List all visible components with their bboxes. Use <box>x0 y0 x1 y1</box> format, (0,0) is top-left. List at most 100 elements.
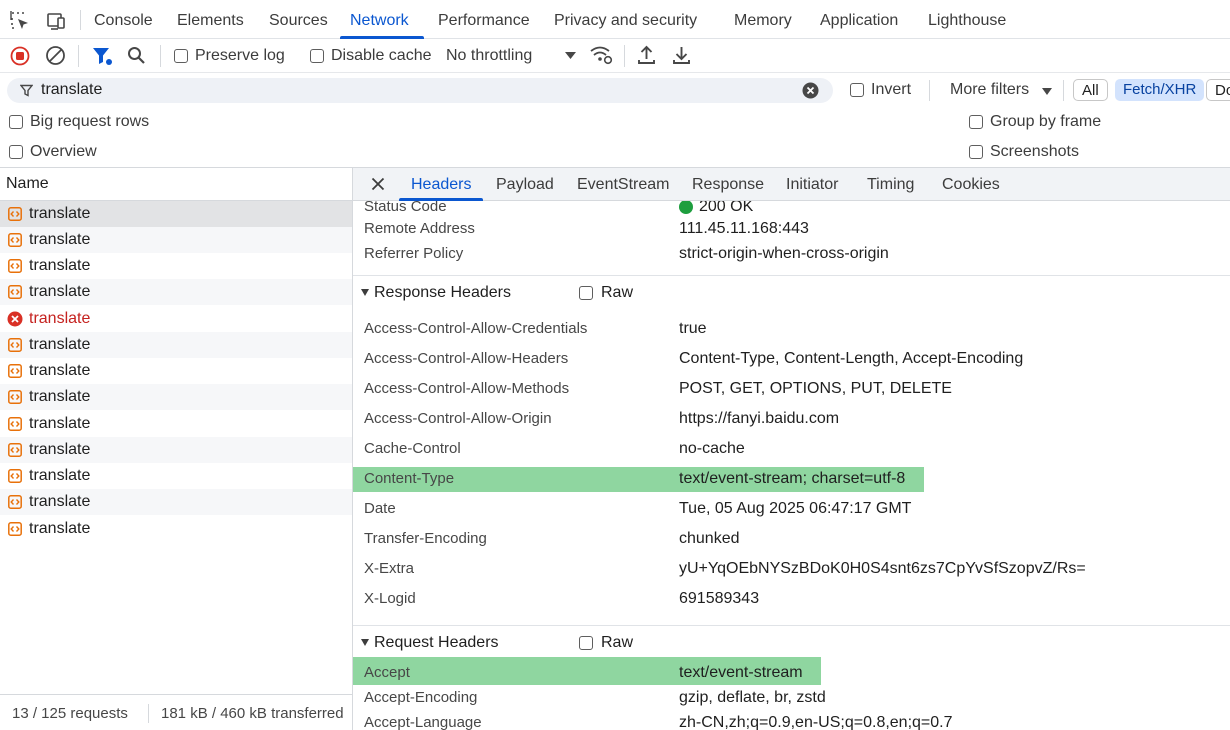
request-row[interactable]: translate <box>0 306 352 332</box>
fetch-request-icon <box>8 417 22 431</box>
tab-timing[interactable]: Timing <box>867 176 914 194</box>
header-value: text/event-stream; charset=utf-8 <box>679 470 906 487</box>
tab-elements[interactable]: Elements <box>177 12 244 30</box>
fetch-request-icon <box>8 522 22 536</box>
request-row[interactable]: translate <box>0 384 352 410</box>
screenshots-label: Screenshots <box>990 143 1079 160</box>
request-name: translate <box>29 283 91 300</box>
clear-filter-icon[interactable] <box>802 82 819 99</box>
tab-eventstream[interactable]: EventStream <box>577 176 669 194</box>
header-value: gzip, deflate, br, zstd <box>679 689 826 706</box>
screenshots-checkbox[interactable] <box>969 145 983 159</box>
request-name: translate <box>29 388 91 405</box>
search-icon[interactable] <box>127 46 146 65</box>
request-row[interactable]: translate <box>0 332 352 358</box>
header-name: Date <box>364 500 396 517</box>
network-conditions-icon[interactable] <box>589 45 613 65</box>
header-row: Access-Control-Allow-Headers Content-Type… <box>353 344 1230 374</box>
request-row[interactable]: translate <box>0 279 352 305</box>
active-tab-indicator <box>399 198 483 201</box>
device-toolbar-icon[interactable] <box>45 10 67 32</box>
tab-performance[interactable]: Performance <box>438 12 530 30</box>
request-row[interactable]: translate <box>0 201 352 227</box>
header-value: Content-Type, Content-Length, Accept-Enc… <box>679 350 1024 367</box>
response-headers-section[interactable]: Response Headers Raw <box>353 275 1230 309</box>
request-row[interactable]: translate <box>0 437 352 463</box>
filter-chip-all[interactable]: All <box>1073 79 1108 101</box>
header-value: true <box>679 320 707 337</box>
filter-input[interactable]: translate <box>7 78 833 103</box>
disable-cache-checkbox[interactable] <box>310 49 324 63</box>
devtools-tab-bar: Console Elements Sources Network Perform… <box>0 0 1230 39</box>
close-icon[interactable] <box>371 177 385 191</box>
header-row: Cache-Control no-cache <box>353 434 1230 464</box>
preserve-log-checkbox[interactable] <box>174 49 188 63</box>
header-name: Access-Control-Allow-Headers <box>364 350 569 367</box>
tab-application[interactable]: Application <box>820 12 898 30</box>
header-name: Remote Address <box>364 220 475 237</box>
tab-console[interactable]: Console <box>94 12 153 30</box>
header-row-referrer-policy: Referrer Policy strict-origin-when-cross… <box>353 239 1230 269</box>
options-row-1: Big request rows Group by frame <box>0 107 1230 137</box>
request-name: translate <box>29 231 91 248</box>
tab-network[interactable]: Network <box>350 12 409 30</box>
tab-response[interactable]: Response <box>692 176 764 194</box>
throttling-select[interactable]: No throttling <box>446 47 532 65</box>
section-title: Request Headers <box>374 634 499 651</box>
clear-icon[interactable] <box>45 45 66 66</box>
raw-checkbox[interactable] <box>579 286 593 300</box>
header-name: Accept-Language <box>364 714 482 730</box>
request-row[interactable]: translate <box>0 463 352 489</box>
download-har-icon[interactable] <box>672 45 691 65</box>
inspect-element-icon[interactable] <box>9 10 31 32</box>
filter-chip-fetch-xhr[interactable]: Fetch/XHR <box>1115 79 1205 101</box>
options-row-2: Overview Screenshots <box>0 137 1230 167</box>
big-request-rows-checkbox[interactable] <box>9 115 23 129</box>
upload-har-icon[interactable] <box>637 45 656 65</box>
request-row[interactable]: translate <box>0 253 352 279</box>
invert-checkbox[interactable] <box>850 83 864 97</box>
tab-sources[interactable]: Sources <box>269 12 328 30</box>
request-row[interactable]: translate <box>0 411 352 437</box>
request-name: translate <box>29 467 91 484</box>
request-row[interactable]: translate <box>0 358 352 384</box>
request-row[interactable]: translate <box>0 489 352 515</box>
header-value: strict-origin-when-cross-origin <box>679 245 889 262</box>
divider <box>929 80 930 101</box>
request-count: 13 / 125 requests <box>12 705 128 722</box>
request-row[interactable]: translate <box>0 227 352 253</box>
header-row: Access-Control-Allow-Methods POST, GET, O… <box>353 374 1230 404</box>
collapse-triangle-icon <box>361 639 369 646</box>
filter-icon[interactable] <box>92 46 113 66</box>
tab-initiator[interactable]: Initiator <box>786 176 838 194</box>
divider <box>78 45 79 67</box>
overview-checkbox[interactable] <box>9 145 23 159</box>
stop-recording-icon[interactable] <box>10 46 30 66</box>
big-request-rows-label: Big request rows <box>30 113 150 130</box>
tab-payload[interactable]: Payload <box>496 176 554 194</box>
request-name: translate <box>29 257 91 274</box>
tab-memory[interactable]: Memory <box>734 12 792 30</box>
overview-label: Overview <box>30 143 97 160</box>
filter-value: translate <box>41 81 103 98</box>
header-name: Access-Control-Allow-Origin <box>364 410 552 427</box>
fetch-request-icon <box>8 495 22 509</box>
tab-cookies[interactable]: Cookies <box>942 176 1000 194</box>
header-value: https://fanyi.baidu.com <box>679 410 840 427</box>
more-filters-button[interactable]: More filters <box>950 81 1029 99</box>
tab-lighthouse[interactable]: Lighthouse <box>928 12 1006 30</box>
filter-chip-doc[interactable]: Doc <box>1206 79 1230 101</box>
raw-checkbox[interactable] <box>579 636 593 650</box>
raw-label: Raw <box>601 284 634 301</box>
header-row: Access-Control-Allow-Origin https://fanyi… <box>353 404 1230 434</box>
group-by-frame-checkbox[interactable] <box>969 115 983 129</box>
request-row[interactable]: translate <box>0 516 352 542</box>
request-headers-section[interactable]: Request Headers Raw <box>353 625 1230 659</box>
request-details: Headers Payload EventStream Response Ini… <box>352 167 1230 730</box>
name-column-header[interactable]: Name <box>0 168 352 201</box>
tab-headers[interactable]: Headers <box>411 176 471 194</box>
request-name: translate <box>29 205 91 222</box>
header-name: X-Extra <box>364 560 415 577</box>
header-value: text/event-stream <box>679 664 803 681</box>
tab-privacy-security[interactable]: Privacy and security <box>554 12 697 30</box>
